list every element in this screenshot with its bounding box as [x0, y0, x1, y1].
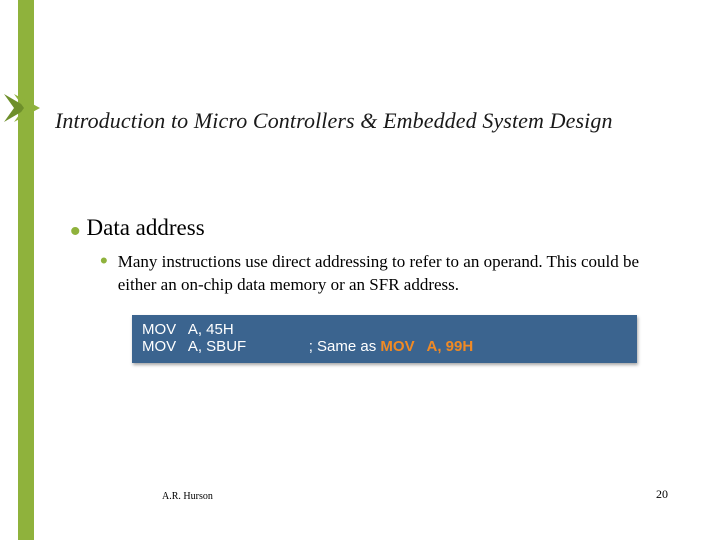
bullet-sub-text: Many instructions use direct addressing … — [118, 251, 660, 297]
content-area: • Data address • Many instructions use d… — [70, 215, 660, 363]
accent-bar — [18, 0, 34, 540]
code-line-2-instr: MOV A, SBUF — [142, 338, 246, 355]
code-line-1: MOV A, 45H — [142, 321, 627, 338]
code-box: MOV A, 45H MOV A, SBUF ; Same as MOV A, … — [132, 315, 637, 363]
chevron-right-icon — [0, 92, 48, 124]
bullet-main-text: Data address — [87, 215, 205, 241]
code-line-2: MOV A, SBUF ; Same as MOV A, 99H — [142, 338, 627, 355]
code-line-2-orange: MOV A, 99H — [380, 338, 473, 355]
bullet-icon: • — [70, 225, 81, 239]
footer-page-number: 20 — [656, 487, 668, 502]
bullet-level-2: • Many instructions use direct addressin… — [70, 251, 660, 297]
bullet-level-1: • Data address — [70, 215, 660, 241]
footer-author: A.R. Hurson — [162, 491, 213, 502]
slide-title: Introduction to Micro Controllers & Embe… — [55, 108, 613, 134]
code-line-2-comment: ; Same as — [309, 338, 381, 355]
bullet-icon: • — [100, 255, 108, 267]
